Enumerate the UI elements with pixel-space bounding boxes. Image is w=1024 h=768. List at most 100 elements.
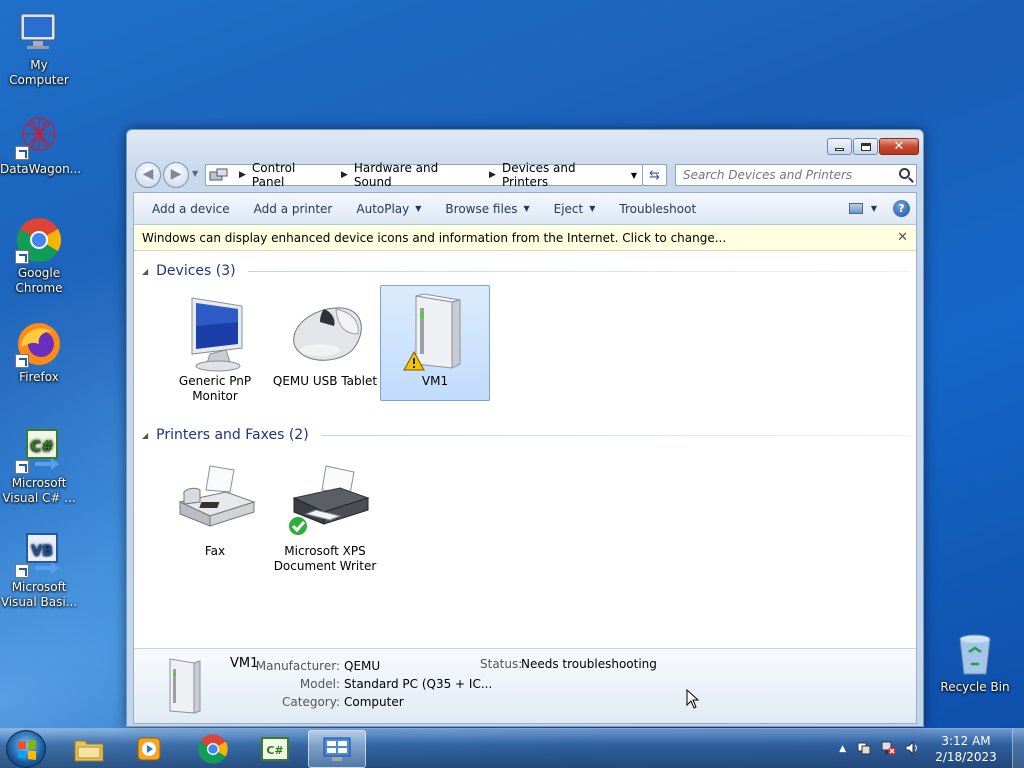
- breadcrumb-label: Control Panel: [251, 161, 296, 189]
- category-label: Category:: [282, 695, 340, 709]
- taskbar-chrome-button[interactable]: [184, 730, 242, 768]
- close-infobar-icon[interactable]: ✕: [897, 230, 908, 245]
- add-device-button[interactable]: Add a device: [140, 198, 242, 220]
- maximize-button[interactable]: [853, 138, 878, 155]
- model-label: Model:: [299, 677, 340, 691]
- close-button[interactable]: ✕: [879, 138, 919, 155]
- breadcrumb-arrow-icon[interactable]: ▶: [239, 170, 246, 180]
- eject-button[interactable]: Eject ▼: [542, 198, 608, 220]
- desktop-icon-label: DataWagon...: [0, 162, 82, 176]
- search-input[interactable]: [683, 168, 888, 182]
- windows-logo-icon: [18, 740, 36, 760]
- chrome-icon: [198, 734, 228, 764]
- add-printer-button[interactable]: Add a printer: [242, 198, 345, 220]
- breadcrumb-label: Devices and Printers: [501, 161, 576, 189]
- refresh-icon: ⇆: [649, 167, 660, 183]
- device-label: VM1: [421, 374, 449, 388]
- caption-buttons: ✕: [827, 138, 919, 155]
- device-item-vm1[interactable]: VM1: [380, 285, 490, 401]
- minimize-button[interactable]: [827, 138, 852, 155]
- monitor-icon: [170, 292, 260, 374]
- printer-label: Fax: [204, 544, 226, 558]
- clock-date: 2/18/2023: [935, 750, 997, 764]
- button-label: Add a device: [152, 201, 230, 216]
- back-button[interactable]: ◀: [135, 162, 161, 188]
- computer-icon: [15, 8, 63, 56]
- breadcrumb-control-panel[interactable]: ▶ Control Panel: [235, 161, 331, 189]
- change-view-button[interactable]: ▼: [848, 203, 877, 214]
- search-field[interactable]: [675, 164, 917, 186]
- device-item-generic-pnp-monitor[interactable]: Generic PnP Monitor: [160, 285, 270, 427]
- desktop-icon-recycle-bin[interactable]: Recycle Bin: [936, 630, 1014, 695]
- desktop-icon-visual-basic[interactable]: VB Microsoft Visual Basi...: [0, 530, 78, 610]
- content-pane: Add a device Add a printer AutoPlay ▼ Bro…: [133, 192, 917, 724]
- forward-button[interactable]: ▶: [163, 162, 189, 188]
- address-bar[interactable]: ▶ Control Panel ▶ Hardware and Sound ▶ Devi…: [205, 161, 643, 189]
- recent-pages-chevron-icon[interactable]: ▼: [192, 169, 198, 178]
- selected-device-icon: [162, 655, 208, 717]
- network-disconnected-icon[interactable]: [880, 740, 896, 759]
- device-item-qemu-usb-tablet[interactable]: QEMU USB Tablet: [270, 285, 380, 427]
- volume-icon[interactable]: [904, 740, 920, 759]
- mouse-cursor-icon: [686, 688, 700, 712]
- button-label: Eject: [553, 201, 584, 216]
- show-hidden-icons-icon[interactable]: ▲: [839, 744, 846, 754]
- breadcrumb-hardware-and-sound[interactable]: ▶ Hardware and Sound: [337, 161, 479, 189]
- button-label: Add a printer: [253, 201, 333, 216]
- clock-time: 3:12 AM: [941, 734, 991, 748]
- taskbar-explorer-button[interactable]: [60, 730, 118, 768]
- desktop-icon-google-chrome[interactable]: Google Chrome: [0, 216, 78, 296]
- desktop-icon-my-computer[interactable]: My Computer: [0, 8, 78, 88]
- help-icon[interactable]: ?: [893, 200, 910, 217]
- breadcrumb-arrow-icon[interactable]: ▶: [489, 170, 496, 180]
- button-label: AutoPlay: [356, 201, 410, 216]
- desktop-icon-label: Microsoft Visual Basi...: [0, 580, 78, 609]
- collapse-arrow-icon[interactable]: ◢: [142, 267, 148, 276]
- desktop-icon-label: Microsoft Visual C# ...: [2, 476, 76, 505]
- navigation-bar: ◀ ▶ ▼ ▶ Control Panel ▶ Hardware and Sound…: [135, 161, 917, 189]
- devices-and-printers-icon: [323, 737, 351, 761]
- svg-text:C#: C#: [30, 437, 54, 455]
- chrome-icon: [15, 216, 63, 264]
- group-divider: [320, 434, 910, 436]
- media-player-icon: [137, 737, 161, 761]
- desktop-icon-visual-csharp[interactable]: C# Microsoft Visual C# ...: [0, 426, 78, 506]
- desktop-icon-firefox[interactable]: Firefox: [0, 320, 78, 385]
- address-dropdown-icon[interactable]: ▼: [631, 171, 637, 180]
- troubleshoot-button[interactable]: Troubleshoot: [607, 198, 708, 220]
- start-button[interactable]: [6, 730, 46, 768]
- action-center-icon[interactable]: [856, 740, 872, 759]
- computer-tower-icon: [390, 292, 480, 374]
- status-label: Status:: [480, 657, 523, 671]
- category-value: Computer: [344, 695, 404, 709]
- control-panel-icon: [209, 168, 229, 182]
- breadcrumb-arrow-icon[interactable]: ▶: [341, 170, 348, 180]
- device-label: QEMU USB Tablet: [272, 374, 378, 388]
- desktop-icon-datawagon[interactable]: DataWagon...: [0, 112, 82, 177]
- search-icon[interactable]: [899, 168, 910, 179]
- desktop-icon-label: Recycle Bin: [940, 680, 1010, 694]
- group-header-printers-and-faxes[interactable]: ◢ Printers and Faxes (2): [134, 425, 916, 445]
- taskbar-devices-and-printers-button[interactable]: [308, 730, 366, 768]
- show-desktop-button[interactable]: [1012, 729, 1024, 768]
- printers-list: Fax Microsoft XPS Document Writer: [134, 455, 916, 597]
- mouse-icon: [280, 292, 370, 374]
- breadcrumb-devices-and-printers[interactable]: ▶ Devices and Printers: [485, 161, 625, 189]
- printer-item-fax[interactable]: Fax: [160, 455, 270, 597]
- refresh-button[interactable]: ⇆: [643, 164, 667, 186]
- maximize-icon: [860, 142, 871, 151]
- browse-files-button[interactable]: Browse files ▼: [433, 198, 541, 220]
- clock[interactable]: 3:12 AM 2/18/2023: [928, 733, 1004, 765]
- taskbar-media-player-button[interactable]: [120, 730, 178, 768]
- information-bar[interactable]: Windows can display enhanced device icon…: [134, 225, 916, 251]
- collapse-arrow-icon[interactable]: ◢: [142, 431, 148, 440]
- taskbar-visual-csharp-button[interactable]: C#: [246, 730, 304, 768]
- autoplay-button[interactable]: AutoPlay ▼: [344, 198, 433, 220]
- group-title: Devices (3): [156, 263, 236, 279]
- back-arrow-icon: ◀: [142, 166, 154, 182]
- manufacturer-value: QEMU: [344, 659, 381, 673]
- views-icon: [848, 203, 863, 214]
- group-header-devices[interactable]: ◢ Devices (3): [134, 261, 916, 281]
- datawagon-icon: [15, 112, 63, 160]
- printer-item-microsoft-xps-document-writer[interactable]: Microsoft XPS Document Writer: [270, 455, 380, 597]
